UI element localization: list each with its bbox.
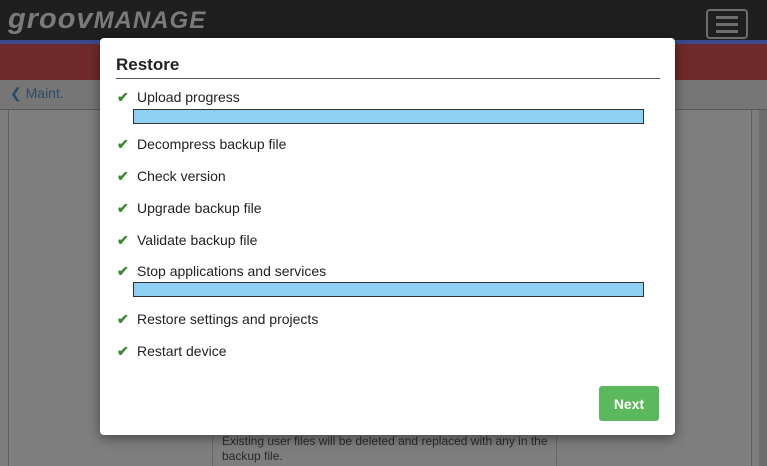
check-icon: ✔ — [117, 136, 129, 152]
back-link[interactable]: ❮ Maint. — [10, 85, 64, 102]
step-label: Restart device — [137, 343, 227, 359]
step-label: Upload progress — [137, 89, 240, 105]
check-icon: ✔ — [117, 168, 129, 184]
step-restart-device: ✔ Restart device — [117, 343, 226, 360]
check-icon: ✔ — [117, 263, 129, 279]
step-stop-applications: ✔ Stop applications and services — [117, 263, 326, 280]
next-button[interactable]: Next — [599, 386, 659, 421]
step-decompress: ✔ Decompress backup file — [117, 136, 286, 153]
logo-sub-text: MANAGE — [93, 7, 207, 34]
top-nav-bar: groovMANAGE — [0, 0, 767, 40]
step-restore-settings: ✔ Restore settings and projects — [117, 311, 318, 328]
upload-progress-bar — [133, 109, 644, 124]
step-upload-progress: ✔ Upload progress — [117, 89, 240, 106]
step-label: Decompress backup file — [137, 136, 287, 152]
back-link-label: Maint. — [25, 85, 64, 101]
check-icon: ✔ — [117, 343, 129, 359]
title-divider — [116, 78, 660, 79]
step-validate-backup: ✔ Validate backup file — [117, 232, 257, 249]
step-label: Stop applications and services — [137, 263, 327, 279]
step-check-version: ✔ Check version — [117, 168, 226, 185]
step-label: Check version — [137, 168, 226, 184]
dialog-title: Restore — [116, 55, 180, 74]
check-icon: ✔ — [117, 200, 129, 216]
step-label: Validate backup file — [137, 232, 258, 248]
upload-progress-fill — [134, 110, 643, 123]
step-label: Restore settings and projects — [137, 311, 319, 327]
logo-main-text: groov — [8, 3, 94, 35]
scrollbar-track[interactable] — [759, 110, 767, 466]
stop-services-progress-fill — [134, 283, 643, 296]
step-upgrade-backup: ✔ Upgrade backup file — [117, 200, 262, 217]
groov-manage-logo: groovMANAGE — [8, 3, 206, 36]
check-icon: ✔ — [117, 89, 129, 105]
hamburger-menu-icon[interactable] — [706, 9, 748, 39]
check-icon: ✔ — [117, 311, 129, 327]
restore-dialog: Restore ✔ Upload progress ✔ Decompress bac… — [100, 38, 675, 435]
restore-warning-text: Existing user files will be deleted and … — [222, 434, 548, 463]
step-label: Upgrade backup file — [137, 200, 262, 216]
chevron-left-icon: ❮ — [10, 85, 22, 101]
check-icon: ✔ — [117, 232, 129, 248]
stop-services-progress-bar — [133, 282, 644, 297]
